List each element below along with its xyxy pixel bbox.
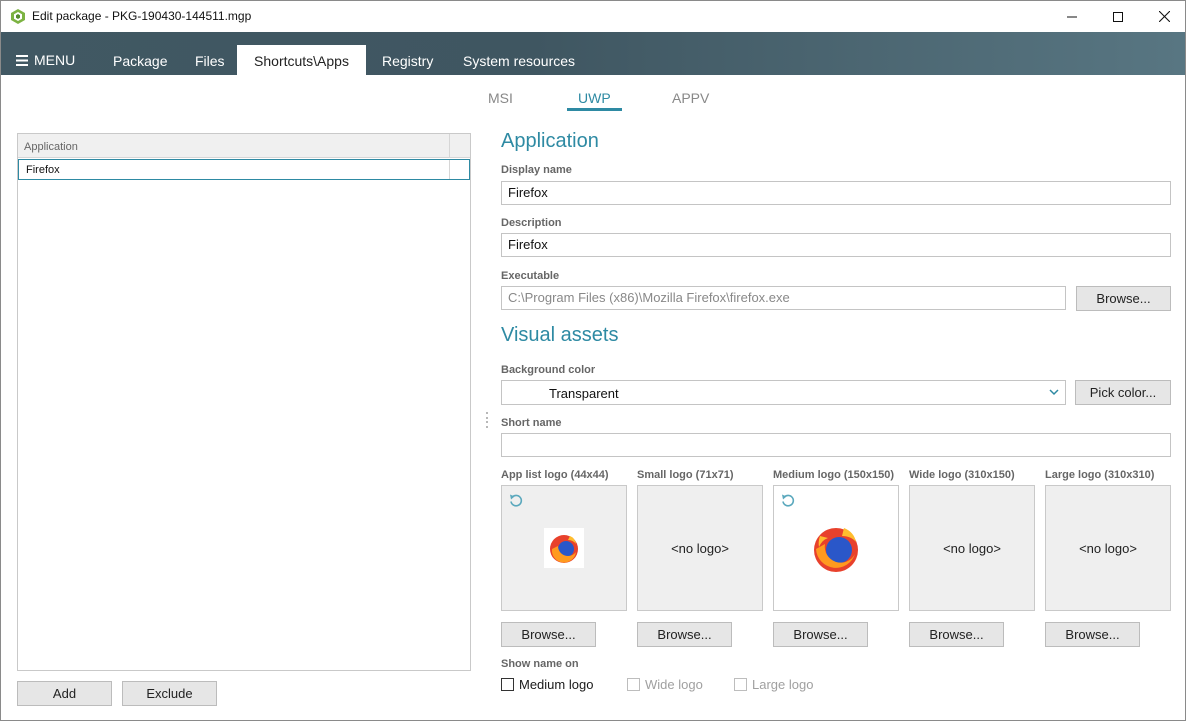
application-section-title: Application xyxy=(501,130,599,152)
title-bar: Edit package - PKG-190430-144511.mgp xyxy=(1,1,1185,32)
main-navbar: MENU Package Files Shortcuts\Apps Regist… xyxy=(1,32,1185,75)
wide-logo-placeholder: <no logo> xyxy=(943,540,1001,556)
display-name-label: Display name xyxy=(501,164,572,176)
application-list[interactable]: Application Firefox xyxy=(17,133,471,671)
tab-files[interactable]: Files xyxy=(180,45,240,75)
executable-label: Executable xyxy=(501,270,560,282)
short-name-field[interactable] xyxy=(501,433,1171,457)
small-logo-placeholder: <no logo> xyxy=(671,540,729,556)
menu-button[interactable]: MENU xyxy=(16,52,75,68)
app-list-logo-label: App list logo (44x44) xyxy=(501,469,609,481)
tab-package[interactable]: Package xyxy=(98,45,182,75)
list-item[interactable]: Firefox xyxy=(18,159,470,180)
add-button[interactable]: Add xyxy=(17,681,112,706)
tab-system-resources[interactable]: System resources xyxy=(448,45,590,75)
small-logo-preview[interactable]: <no logo> xyxy=(637,485,763,611)
short-name-label: Short name xyxy=(501,417,562,429)
medium-logo-label: Medium logo (150x150) xyxy=(773,469,895,481)
checkbox-box[interactable] xyxy=(501,678,514,691)
checkbox-label: Large logo xyxy=(752,677,814,692)
maximize-icon xyxy=(1113,11,1123,22)
column-header-application[interactable]: Application xyxy=(24,141,78,153)
pick-color-button[interactable]: Pick color... xyxy=(1075,380,1171,405)
maximize-button[interactable] xyxy=(1095,1,1141,32)
large-logo-browse-button[interactable]: Browse... xyxy=(1045,622,1140,647)
reset-icon[interactable] xyxy=(780,492,796,508)
minimize-icon xyxy=(1067,16,1077,17)
background-color-select[interactable]: Transparent xyxy=(501,380,1066,405)
background-color-label: Background color xyxy=(501,364,596,376)
description-field[interactable]: Firefox xyxy=(501,233,1171,257)
firefox-logo-icon xyxy=(814,528,858,572)
hamburger-icon xyxy=(16,54,28,66)
show-name-on-label: Show name on xyxy=(501,658,579,670)
subtab-active-indicator xyxy=(567,108,622,111)
checkbox-label: Wide logo xyxy=(645,677,703,692)
subtab-appv[interactable]: APPV xyxy=(672,90,709,106)
tab-registry[interactable]: Registry xyxy=(367,45,448,75)
wide-logo-preview[interactable]: <no logo> xyxy=(909,485,1035,611)
medium-logo-preview[interactable] xyxy=(773,485,899,611)
tab-shortcuts-apps[interactable]: Shortcuts\Apps xyxy=(237,45,366,75)
display-name-field[interactable]: Firefox xyxy=(501,181,1171,205)
window-title: Edit package - PKG-190430-144511.mgp xyxy=(32,9,252,23)
subtab-msi[interactable]: MSI xyxy=(488,90,513,106)
executable-field[interactable]: C:\Program Files (x86)\Mozilla Firefox\f… xyxy=(501,286,1066,310)
chevron-down-icon xyxy=(1049,389,1059,396)
list-header: Application xyxy=(18,134,470,158)
panel-splitter[interactable] xyxy=(485,412,488,428)
show-name-large-checkbox[interactable]: Large logo xyxy=(734,677,813,692)
close-button[interactable] xyxy=(1141,1,1186,32)
wide-logo-label: Wide logo (310x150) xyxy=(909,469,1015,481)
large-logo-placeholder: <no logo> xyxy=(1079,540,1137,556)
menu-label: MENU xyxy=(34,52,76,68)
minimize-button[interactable] xyxy=(1049,1,1095,32)
background-color-value: Transparent xyxy=(549,386,619,401)
executable-browse-button[interactable]: Browse... xyxy=(1076,286,1171,311)
small-logo-browse-button[interactable]: Browse... xyxy=(637,622,732,647)
show-name-wide-checkbox[interactable]: Wide logo xyxy=(627,677,703,692)
checkbox-box[interactable] xyxy=(627,678,640,691)
firefox-logo-icon xyxy=(544,528,584,568)
description-label: Description xyxy=(501,217,562,229)
app-list-logo-browse-button[interactable]: Browse... xyxy=(501,622,596,647)
exclude-button[interactable]: Exclude xyxy=(122,681,217,706)
reset-icon[interactable] xyxy=(508,492,524,508)
app-list-logo-preview[interactable] xyxy=(501,485,627,611)
checkbox-box[interactable] xyxy=(734,678,747,691)
close-icon xyxy=(1158,11,1170,22)
visual-assets-section-title: Visual assets xyxy=(501,324,619,346)
wide-logo-browse-button[interactable]: Browse... xyxy=(909,622,1004,647)
list-item-label: Firefox xyxy=(26,164,60,176)
large-logo-label: Large logo (310x310) xyxy=(1045,469,1155,481)
column-divider xyxy=(449,160,450,179)
edit-package-window: Edit package - PKG-190430-144511.mgp MEN… xyxy=(0,0,1186,721)
checkbox-label: Medium logo xyxy=(519,677,594,692)
show-name-medium-checkbox[interactable]: Medium logo xyxy=(501,677,593,692)
package-icon xyxy=(11,9,25,24)
subtab-uwp[interactable]: UWP xyxy=(578,90,611,106)
small-logo-label: Small logo (71x71) xyxy=(637,469,734,481)
column-divider xyxy=(449,134,450,158)
medium-logo-browse-button[interactable]: Browse... xyxy=(773,622,868,647)
large-logo-preview[interactable]: <no logo> xyxy=(1045,485,1171,611)
